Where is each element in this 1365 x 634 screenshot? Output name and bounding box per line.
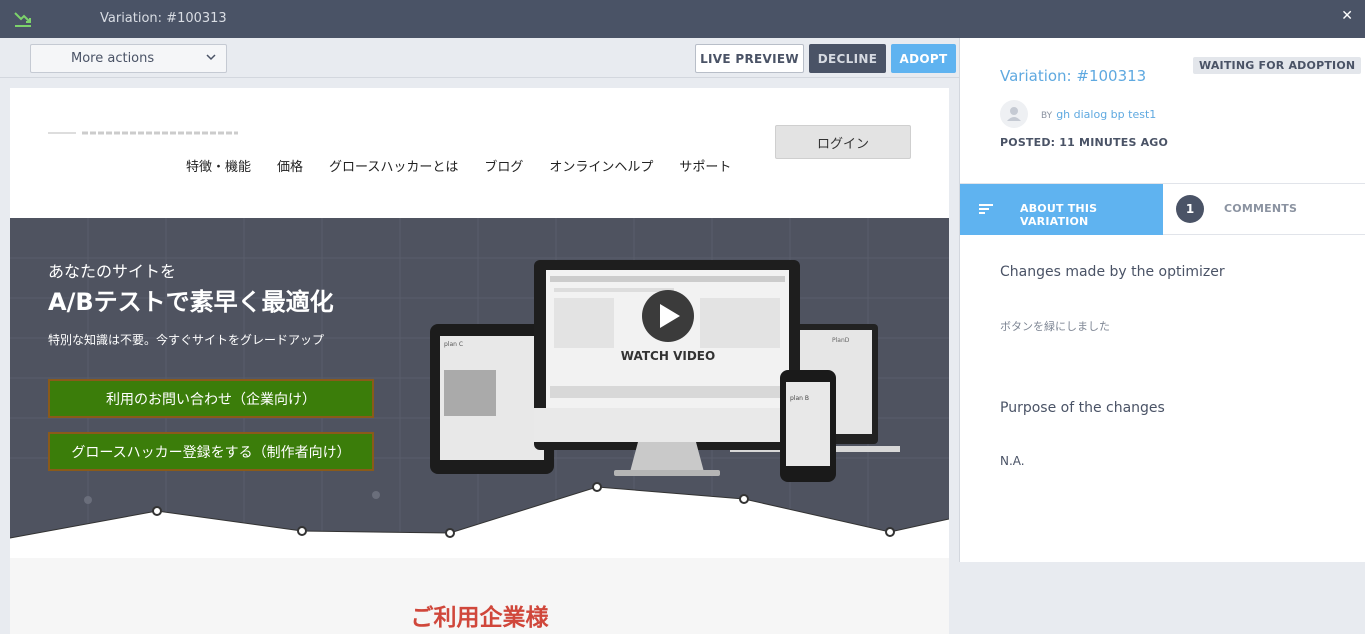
growth-logo-icon (14, 12, 31, 27)
clients-section: ご利用企業様 (10, 558, 949, 634)
author-line: BY gh dialog bp test1 (1041, 108, 1156, 121)
devices-illustration[interactable]: PlanD plan C plan B WATCH VIDEO (430, 258, 910, 498)
tab-comments-label: COMMENTS (1224, 202, 1298, 215)
preview-page: ログイン 特徴・機能 価格 グロースハッカーとは ブログ オンラインヘルプ サポ… (10, 88, 949, 634)
author-link[interactable]: gh dialog bp test1 (1056, 108, 1156, 121)
nav-item-features[interactable]: 特徴・機能 (186, 156, 251, 175)
site-logo (48, 131, 238, 135)
purpose-heading: Purpose of the changes (1000, 400, 1165, 416)
chevron-down-icon (206, 54, 216, 61)
hero-section: あなたのサイトを A/Bテストで素早く最適化 特別な知識は不要。今すぐサイトをグ… (10, 218, 949, 558)
sort-lines-icon (979, 204, 993, 214)
variation-details-panel: Variation: #100313 WAITING FOR ADOPTION … (959, 38, 1365, 562)
svg-text:plan B: plan B (790, 395, 809, 402)
tab-comments[interactable]: 1 COMMENTS (1163, 184, 1365, 235)
svg-text:plan C: plan C (444, 341, 463, 348)
posted-time: POSTED: 11 MINUTES AGO (1000, 136, 1169, 149)
nav-item-blog[interactable]: ブログ (484, 156, 523, 175)
site-nav: 特徴・機能 価格 グロースハッカーとは ブログ オンラインヘルプ サポート (186, 156, 731, 175)
panel-tabs: ABOUT THIS VARIATION 1 COMMENTS (960, 183, 1365, 235)
changes-heading: Changes made by the optimizer (1000, 264, 1225, 280)
toolbar: More actions LIVE PREVIEW DECLINE ADOPT (0, 38, 959, 78)
hero-subtitle: あなたのサイトを (48, 262, 177, 281)
nav-item-pricing[interactable]: 価格 (277, 156, 303, 175)
tab-about-label: ABOUT THIS VARIATION (1020, 202, 1098, 228)
hero-headline: A/Bテストで素早く最適化 (48, 288, 334, 316)
tab-about-variation[interactable]: ABOUT THIS VARIATION (960, 184, 1163, 235)
purpose-body: N.A. (1000, 454, 1025, 468)
changes-body: ボタンを緑にしました (1000, 320, 1110, 333)
svg-text:PlanD: PlanD (832, 337, 850, 344)
watch-video-label: WATCH VIDEO (621, 349, 715, 363)
play-icon (642, 290, 694, 342)
more-actions-dropdown[interactable]: More actions (30, 44, 227, 73)
avatar (1000, 100, 1028, 128)
close-icon[interactable]: ✕ (1341, 8, 1353, 24)
hero-description: 特別な知識は不要。今すぐサイトをグレードアップ (48, 333, 325, 347)
clients-heading: ご利用企業様 (410, 605, 549, 631)
decline-button[interactable]: DECLINE (809, 44, 886, 73)
nav-item-support[interactable]: サポート (679, 156, 731, 175)
adopt-button[interactable]: ADOPT (891, 44, 956, 73)
by-label: BY (1041, 111, 1053, 121)
status-badge: WAITING FOR ADOPTION (1193, 57, 1362, 74)
comments-count-badge: 1 (1176, 195, 1204, 223)
contact-enterprise-button[interactable]: 利用のお問い合わせ（企業向け） (48, 379, 374, 418)
nav-item-about[interactable]: グロースハッカーとは (329, 156, 458, 175)
more-actions-label: More actions (71, 51, 155, 66)
preview-area[interactable]: ログイン 特徴・機能 価格 グロースハッカーとは ブログ オンラインヘルプ サポ… (0, 78, 959, 634)
live-preview-button[interactable]: LIVE PREVIEW (695, 44, 804, 73)
user-icon (1007, 107, 1021, 121)
nav-item-help[interactable]: オンラインヘルプ (549, 156, 653, 175)
window-title: Variation: #100313 (100, 11, 227, 26)
register-growth-hacker-button[interactable]: グロースハッカー登録をする（制作者向け） (48, 432, 374, 471)
variation-title[interactable]: Variation: #100313 (1000, 67, 1146, 85)
login-button[interactable]: ログイン (775, 125, 911, 159)
title-bar: Variation: #100313 ✕ (0, 0, 1365, 38)
